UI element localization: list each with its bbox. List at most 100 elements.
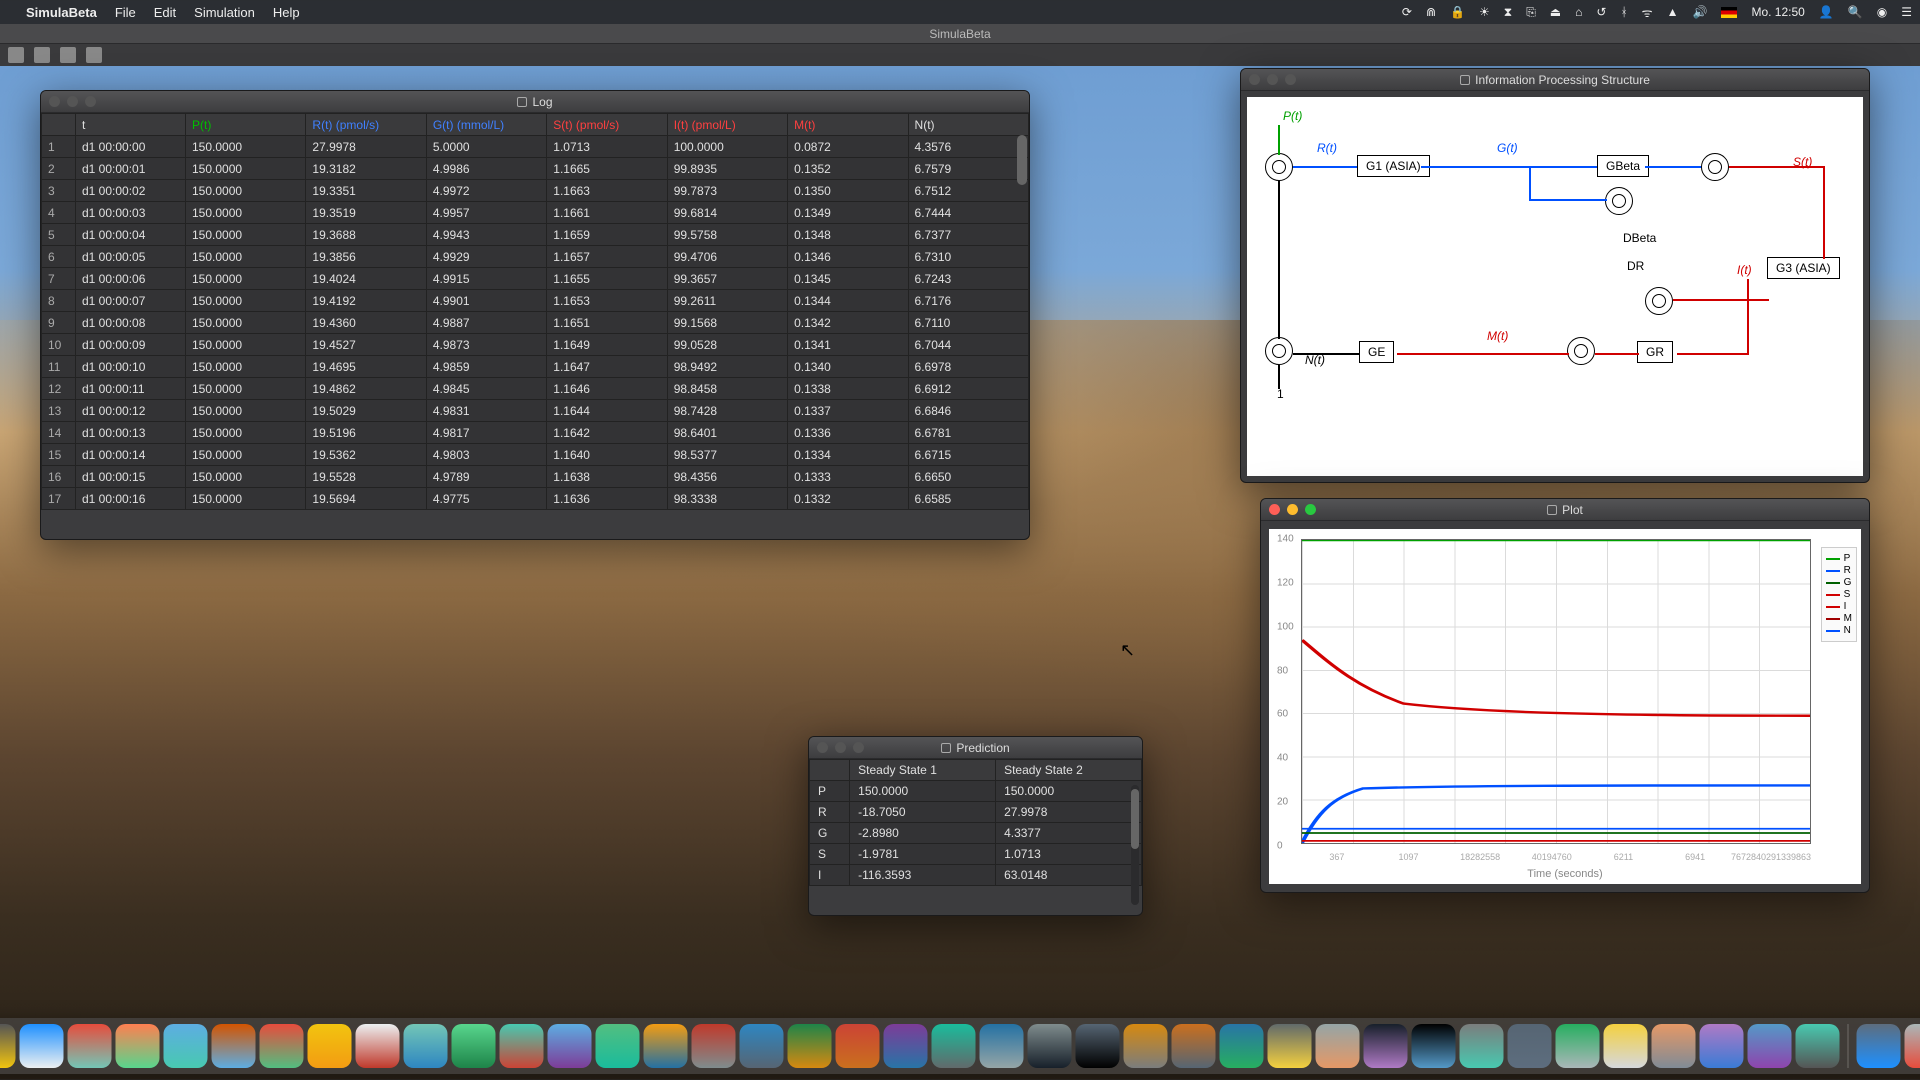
table-row[interactable]: 12d1 00:00:11150.000019.48624.98451.1646… — [42, 378, 1029, 400]
eject-icon[interactable]: ⏏ — [1550, 5, 1561, 19]
log-titlebar[interactable]: Log — [41, 91, 1029, 113]
table-row[interactable]: 14d1 00:00:13150.000019.51964.98171.1642… — [42, 422, 1029, 444]
dock-powerpoint-icon[interactable] — [836, 1024, 880, 1068]
dock-pages-icon[interactable] — [644, 1024, 688, 1068]
prediction-traffic-lights[interactable] — [817, 742, 864, 753]
sync-icon[interactable]: ⟳ — [1402, 5, 1412, 19]
plot-traffic-lights[interactable] — [1269, 504, 1316, 515]
dock-mission-icon[interactable] — [0, 1024, 16, 1068]
table-row[interactable]: 6d1 00:00:05150.000019.38564.99291.16579… — [42, 246, 1029, 268]
dock-app3-icon[interactable] — [1748, 1024, 1792, 1068]
menu-simulation[interactable]: Simulation — [194, 5, 255, 20]
table-row[interactable]: 17d1 00:00:16150.000019.56944.97751.1636… — [42, 488, 1029, 510]
app-menu[interactable]: SimulaBeta — [26, 5, 97, 20]
dock-android-icon[interactable] — [1556, 1024, 1600, 1068]
log-header-cell[interactable]: M(t) — [788, 114, 908, 136]
dock-scanner-icon[interactable] — [1460, 1024, 1504, 1068]
dock-files-icon[interactable] — [1857, 1024, 1901, 1068]
prediction-titlebar[interactable]: Prediction — [809, 737, 1142, 759]
table-row[interactable]: 2d1 00:00:01150.000019.31824.99861.16659… — [42, 158, 1029, 180]
prediction-content[interactable]: Steady State 1Steady State 2 P150.000015… — [809, 759, 1142, 915]
dock-firefox-icon[interactable] — [116, 1024, 160, 1068]
dock-excel-icon[interactable] — [788, 1024, 832, 1068]
dock-appstore-icon[interactable] — [1220, 1024, 1264, 1068]
table-row[interactable]: 10d1 00:00:09150.000019.45274.98731.1649… — [42, 334, 1029, 356]
prediction-header-cell[interactable]: Steady State 2 — [996, 760, 1142, 781]
log-header-cell[interactable]: G(t) (mmol/L) — [426, 114, 546, 136]
menu-file[interactable]: File — [115, 5, 136, 20]
table-row[interactable]: G-2.89804.3377 — [810, 823, 1142, 844]
menu-help[interactable]: Help — [273, 5, 300, 20]
dock-reminders-icon[interactable] — [356, 1024, 400, 1068]
dock-terminal-icon[interactable] — [1412, 1024, 1456, 1068]
table-row[interactable]: 8d1 00:00:07150.000019.41924.99011.16539… — [42, 290, 1029, 312]
table-row[interactable]: S-1.97811.0713 — [810, 844, 1142, 865]
dock-books-icon[interactable] — [1172, 1024, 1216, 1068]
plot-titlebar[interactable]: Plot — [1261, 499, 1869, 521]
input-flag-icon[interactable] — [1721, 7, 1737, 18]
table-row[interactable]: 11d1 00:00:10150.000019.46954.98591.1647… — [42, 356, 1029, 378]
dock-calendar-icon[interactable] — [260, 1024, 304, 1068]
dock-word-icon[interactable] — [740, 1024, 784, 1068]
wifi-icon[interactable]: ᯤ — [1642, 4, 1653, 21]
log-header-cell[interactable]: P(t) — [186, 114, 306, 136]
dock-acrobat-icon[interactable] — [692, 1024, 736, 1068]
prediction-scrollbar[interactable] — [1131, 785, 1139, 905]
dock-ichat-icon[interactable] — [596, 1024, 640, 1068]
dock-contacts-icon[interactable] — [212, 1024, 256, 1068]
dock-xcode-icon[interactable] — [1604, 1024, 1648, 1068]
prediction-header-cell[interactable] — [810, 760, 850, 781]
dock-notes-icon[interactable] — [308, 1024, 352, 1068]
table-row[interactable]: 16d1 00:00:15150.000019.55284.97891.1638… — [42, 466, 1029, 488]
dock-activity-icon[interactable] — [1364, 1024, 1408, 1068]
lock-icon[interactable]: 🔒 — [1450, 5, 1465, 19]
table-row[interactable]: P150.0000150.0000 — [810, 781, 1142, 802]
table-row[interactable]: I-116.359363.0148 — [810, 865, 1142, 886]
dock-itunes-icon[interactable] — [1124, 1024, 1168, 1068]
dock-app1-icon[interactable] — [1652, 1024, 1696, 1068]
notification-center-icon[interactable]: ☰ — [1901, 5, 1912, 19]
clipboard-icon[interactable]: ⎘ — [1526, 5, 1536, 20]
table-row[interactable]: 4d1 00:00:03150.000019.35194.99571.16619… — [42, 202, 1029, 224]
ips-titlebar[interactable]: Information Processing Structure — [1241, 69, 1869, 91]
table-row[interactable]: 15d1 00:00:14150.000019.53624.98031.1640… — [42, 444, 1029, 466]
table-row[interactable]: 3d1 00:00:02150.000019.33514.99721.16639… — [42, 180, 1029, 202]
log-header-cell[interactable] — [42, 114, 76, 136]
dock-numbers-icon[interactable] — [932, 1024, 976, 1068]
log-header-cell[interactable]: N(t) — [908, 114, 1028, 136]
menu-edit[interactable]: Edit — [154, 5, 176, 20]
dock-settings-icon[interactable] — [1268, 1024, 1312, 1068]
home-icon[interactable]: ⌂ — [1575, 5, 1582, 19]
dock-sysprefs-icon[interactable] — [1028, 1024, 1072, 1068]
toolbar-chart-icon[interactable] — [86, 47, 102, 63]
brightness-icon[interactable]: ☀ — [1479, 5, 1490, 19]
dock-opera-icon[interactable] — [68, 1024, 112, 1068]
log-header-cell[interactable]: S(t) (pmol/s) — [547, 114, 667, 136]
spotlight-icon[interactable]: 🔍 — [1848, 5, 1863, 19]
table-row[interactable]: 5d1 00:00:04150.000019.36884.99431.16599… — [42, 224, 1029, 246]
table-row[interactable]: 7d1 00:00:06150.000019.40244.99151.16559… — [42, 268, 1029, 290]
log-traffic-lights[interactable] — [49, 96, 96, 107]
dock-textedit-icon[interactable] — [1905, 1024, 1920, 1068]
toolbar-open-icon[interactable] — [34, 47, 50, 63]
table-row[interactable]: 9d1 00:00:08150.000019.43604.98871.16519… — [42, 312, 1029, 334]
dock-keychain-icon[interactable] — [1316, 1024, 1360, 1068]
dock-maps-icon[interactable] — [404, 1024, 448, 1068]
table-row[interactable]: 13d1 00:00:12150.000019.50294.98311.1644… — [42, 400, 1029, 422]
magnet-icon[interactable]: ⋒ — [1426, 5, 1436, 19]
dock-printer-icon[interactable] — [1508, 1024, 1552, 1068]
prediction-header-cell[interactable]: Steady State 1 — [850, 760, 996, 781]
toolbar-new-icon[interactable] — [8, 47, 24, 63]
menubar-clock[interactable]: Mo. 12:50 — [1751, 5, 1804, 19]
log-header-cell[interactable]: R(t) (pmol/s) — [306, 114, 426, 136]
bluetooth-icon[interactable]: ᚼ — [1620, 5, 1627, 19]
volume-icon[interactable]: 🔊 — [1693, 5, 1708, 19]
log-table-container[interactable]: tP(t)R(t) (pmol/s)G(t) (mmol/L)S(t) (pmo… — [41, 113, 1029, 539]
dock-preview-icon[interactable] — [164, 1024, 208, 1068]
dock-safari-icon[interactable] — [20, 1024, 64, 1068]
dock-app2-icon[interactable] — [1700, 1024, 1744, 1068]
dock-keynote-icon[interactable] — [980, 1024, 1024, 1068]
log-header-cell[interactable]: t — [76, 114, 186, 136]
dock-facetime-icon[interactable] — [548, 1024, 592, 1068]
time-machine-icon[interactable]: ↺ — [1596, 5, 1606, 19]
